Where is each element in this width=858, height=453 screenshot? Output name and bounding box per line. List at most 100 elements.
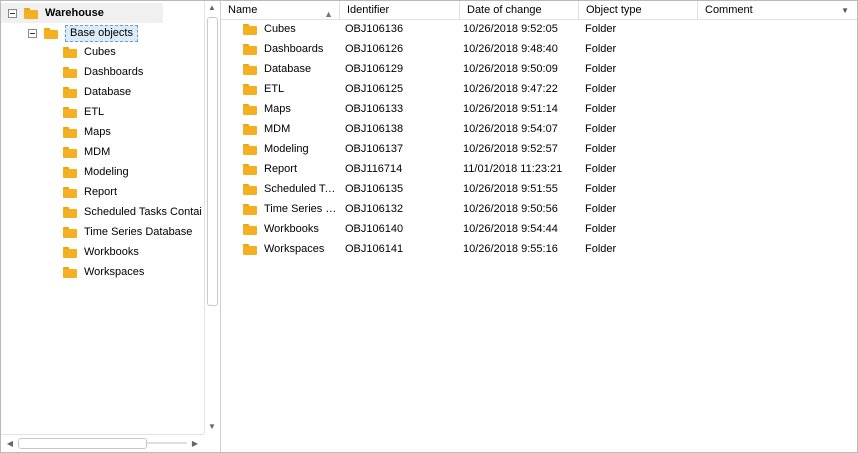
cell-identifier: OBJ106126 <box>345 43 404 55</box>
tree-node-label: Report <box>84 186 118 198</box>
cell-type: Folder <box>585 183 617 195</box>
cell-name: ETL <box>243 79 338 99</box>
table-row[interactable]: ETL OBJ106125 10/26/2018 9:47:22 Folder <box>221 79 857 99</box>
column-header-comment[interactable]: Comment ▼ <box>698 1 857 19</box>
tree-node-child[interactable]: Report <box>63 182 117 202</box>
folder-icon <box>243 63 258 75</box>
cell-name: Time Series … <box>243 199 338 219</box>
cell-type: Folder <box>585 43 617 55</box>
tree-horizontal-scrollbar[interactable]: ◀ ▶ <box>1 434 204 452</box>
tree-node-label: Database <box>84 86 132 98</box>
collapse-icon[interactable] <box>8 8 17 18</box>
column-header-label: Object type <box>586 4 642 16</box>
cell-date: 10/26/2018 9:52:05 <box>463 23 558 35</box>
scroll-down-icon[interactable]: ▼ <box>205 420 219 434</box>
scroll-up-icon[interactable]: ▲ <box>205 1 219 15</box>
table-row[interactable]: Dashboards OBJ106126 10/26/2018 9:48:40 Fol… <box>221 39 857 59</box>
list-header: Name ▲ Identifier Date of change Object … <box>221 1 857 20</box>
cell-identifier: OBJ116714 <box>345 163 403 175</box>
tree-node-child[interactable]: Modeling <box>63 162 129 182</box>
folder-icon <box>63 166 78 178</box>
table-row[interactable]: Workbooks OBJ106140 10/26/2018 9:54:44 Fold… <box>221 219 857 239</box>
table-row[interactable]: Scheduled Ta… OBJ106135 10/26/2018 9:51:55… <box>221 179 857 199</box>
tree-node-warehouse[interactable]: Warehouse <box>1 3 163 23</box>
object-navigator: Warehouse Base objects Cubes Dashboards … <box>0 0 858 453</box>
cell-type: Folder <box>585 243 617 255</box>
cell-name-text: Workbooks <box>264 223 319 235</box>
cell-name: Cubes <box>243 19 338 39</box>
scroll-right-icon[interactable]: ▶ <box>188 435 202 452</box>
scroll-thumb[interactable] <box>207 17 218 306</box>
column-header-name[interactable]: Name ▲ <box>221 1 340 19</box>
folder-icon <box>243 203 258 215</box>
cell-date: 10/26/2018 9:52:57 <box>463 143 558 155</box>
cell-type: Folder <box>585 163 617 175</box>
cell-name: Modeling <box>243 139 338 159</box>
table-row[interactable]: Report OBJ116714 11/01/2018 11:23:21 Folder <box>221 159 857 179</box>
tree-node-label: Warehouse <box>45 7 104 19</box>
tree-node-label: ETL <box>84 106 105 118</box>
cell-name-text: Database <box>264 63 312 75</box>
tree-node-child[interactable]: Cubes <box>63 42 116 62</box>
column-header-date[interactable]: Date of change <box>460 1 579 19</box>
cell-name-text: Scheduled Ta… <box>264 183 338 195</box>
scroll-thumb[interactable] <box>18 438 147 449</box>
cell-name-text: Report <box>264 163 298 175</box>
column-header-label: Identifier <box>347 4 390 16</box>
object-list: Name ▲ Identifier Date of change Object … <box>221 1 857 452</box>
columns-dropdown-icon[interactable]: ▼ <box>841 2 849 19</box>
scroll-left-icon[interactable]: ◀ <box>3 435 17 452</box>
cell-name-text: Time Series … <box>264 203 337 215</box>
cell-type: Folder <box>585 103 617 115</box>
tree-pane: Warehouse Base objects Cubes Dashboards … <box>1 1 221 452</box>
folder-icon <box>243 23 258 35</box>
table-row[interactable]: Cubes OBJ106136 10/26/2018 9:52:05 Folder <box>221 19 857 39</box>
tree-node-base-objects[interactable]: Base objects <box>1 23 138 43</box>
table-row[interactable]: Workspaces OBJ106141 10/26/2018 9:55:16 Fol… <box>221 239 857 259</box>
folder-icon <box>243 83 258 95</box>
table-row[interactable]: Database OBJ106129 10/26/2018 9:50:09 Folde… <box>221 59 857 79</box>
table-row[interactable]: MDM OBJ106138 10/26/2018 9:54:07 Folder <box>221 119 857 139</box>
folder-icon <box>24 7 39 19</box>
cell-name: Workspaces <box>243 239 338 259</box>
table-row[interactable]: Maps OBJ106133 10/26/2018 9:51:14 Folder <box>221 99 857 119</box>
folder-icon <box>63 226 78 238</box>
cell-date: 10/26/2018 9:54:44 <box>463 223 558 235</box>
tree-node-child[interactable]: MDM <box>63 142 110 162</box>
cell-date: 10/26/2018 9:50:09 <box>463 63 558 75</box>
cell-identifier: OBJ106129 <box>345 63 404 75</box>
cell-date: 10/26/2018 9:55:16 <box>463 243 558 255</box>
cell-date: 10/26/2018 9:54:07 <box>463 123 558 135</box>
tree-node-child[interactable]: Workspaces <box>63 262 144 282</box>
tree-node-child[interactable]: Dashboards <box>63 62 143 82</box>
folder-icon <box>63 266 78 278</box>
folder-icon <box>63 66 78 78</box>
cell-date: 10/26/2018 9:48:40 <box>463 43 558 55</box>
cell-date: 10/26/2018 9:51:14 <box>463 103 558 115</box>
table-row[interactable]: Modeling OBJ106137 10/26/2018 9:52:57 Folde… <box>221 139 857 159</box>
column-header-identifier[interactable]: Identifier <box>340 1 460 19</box>
cell-type: Folder <box>585 83 617 95</box>
column-header-label: Name <box>228 4 258 16</box>
cell-name-text: MDM <box>264 123 291 135</box>
folder-icon <box>243 163 258 175</box>
tree-content: Warehouse Base objects Cubes Dashboards … <box>1 1 204 434</box>
cell-name: Report <box>243 159 338 179</box>
cell-name: MDM <box>243 119 338 139</box>
folder-icon <box>63 186 78 198</box>
column-header-type[interactable]: Object type <box>579 1 698 19</box>
tree-vertical-scrollbar[interactable]: ▲ ▼ <box>204 1 219 434</box>
cell-type: Folder <box>585 23 617 35</box>
folder-icon <box>243 43 258 55</box>
tree-node-child[interactable]: Time Series Database <box>63 222 192 242</box>
tree-node-child[interactable]: Scheduled Tasks Contai <box>63 202 202 222</box>
cell-name-text: Workspaces <box>264 243 325 255</box>
tree-node-child[interactable]: Workbooks <box>63 242 139 262</box>
table-row[interactable]: Time Series … OBJ106132 10/26/2018 9:50:56… <box>221 199 857 219</box>
folder-icon <box>243 243 258 255</box>
collapse-icon[interactable] <box>28 28 37 38</box>
cell-identifier: OBJ106125 <box>345 83 404 95</box>
tree-node-child[interactable]: ETL <box>63 102 104 122</box>
tree-node-child[interactable]: Maps <box>63 122 111 142</box>
tree-node-child[interactable]: Database <box>63 82 131 102</box>
